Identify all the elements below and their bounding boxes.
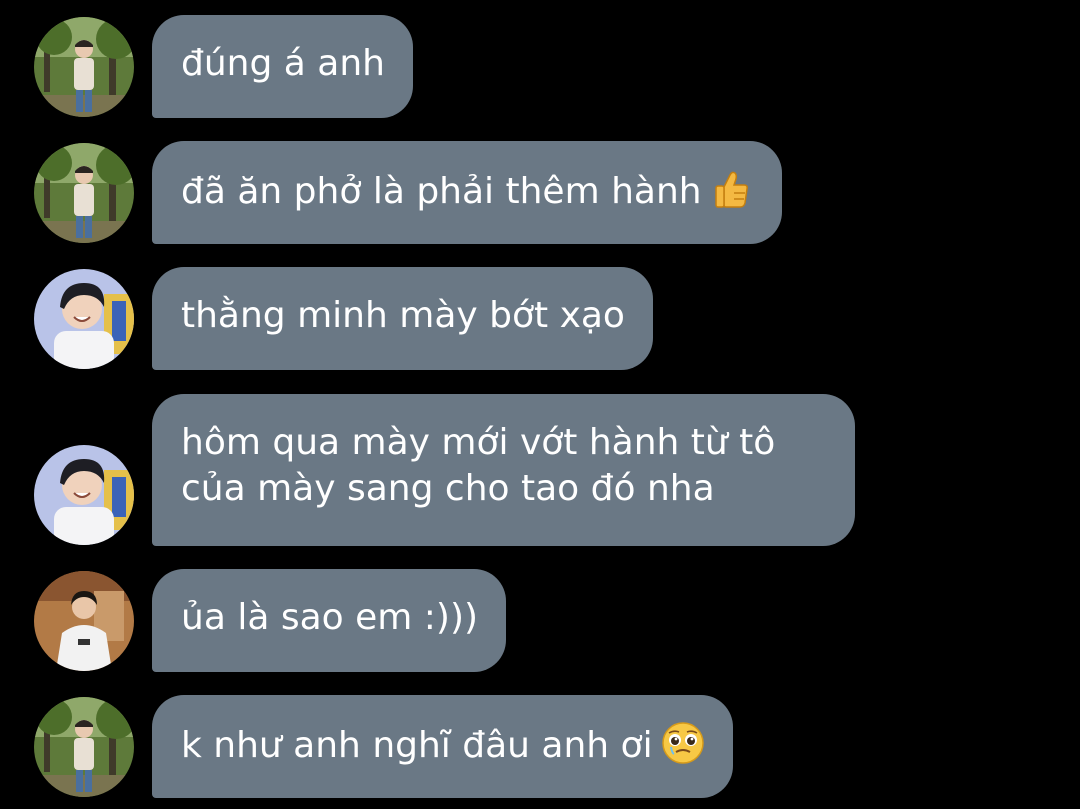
message-text: đúng á anh [181, 43, 385, 84]
message-bubble[interactable]: ủa là sao em :))) [152, 569, 507, 672]
message-bubble[interactable]: thằng minh mày bớt xạo [152, 267, 653, 370]
message-text: ủa là sao em :))) [181, 597, 479, 638]
avatar-person-smiling-image [34, 269, 134, 369]
pleading-face-icon [661, 721, 705, 765]
message-text-line: hôm qua mày mới vớt hành từ tô [181, 422, 776, 463]
avatar[interactable] [34, 571, 134, 671]
thumbs-up-icon [710, 167, 754, 211]
avatar-person-park-image [34, 17, 134, 117]
avatar[interactable] [34, 697, 134, 797]
message-text: thằng minh mày bớt xạo [181, 295, 625, 336]
message-text: k như anh nghĩ đâu anh ơi [181, 725, 653, 766]
message-text: đã ăn phở là phải thêm hành [181, 171, 702, 212]
chat-thread: đúng á anh đã ăn phở là phải thêm hành t… [0, 0, 1080, 809]
avatar-person-park-image [34, 697, 134, 797]
message-bubble[interactable]: hôm qua mày mới vớt hành từ tô của mày s… [152, 394, 855, 546]
message-bubble[interactable]: đã ăn phở là phải thêm hành [152, 141, 782, 244]
message-bubble[interactable]: đúng á anh [152, 15, 413, 118]
message-text-line: của mày sang cho tao đó nha [181, 468, 715, 509]
avatar-person-indoor-image [34, 571, 134, 671]
avatar-person-park-image [34, 143, 134, 243]
avatar[interactable] [34, 17, 134, 117]
avatar-person-smiling-image [34, 445, 134, 545]
message-bubble[interactable]: k như anh nghĩ đâu anh ơi [152, 695, 733, 798]
avatar[interactable] [34, 445, 134, 545]
avatar[interactable] [34, 143, 134, 243]
avatar[interactable] [34, 269, 134, 369]
